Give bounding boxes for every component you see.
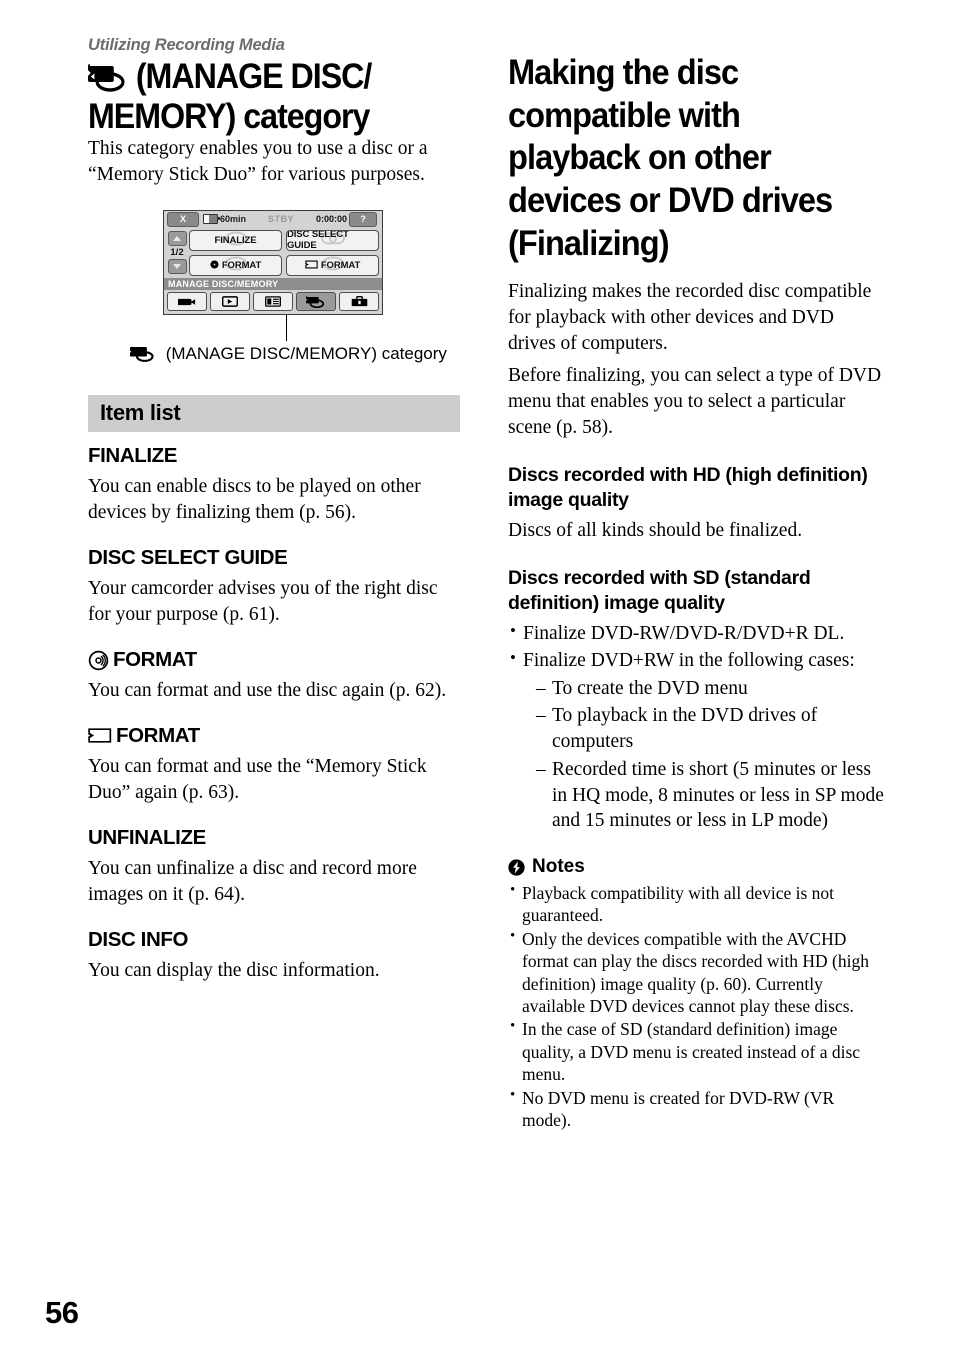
item-heading-disc-format: FORMAT <box>88 648 460 672</box>
scroll-up-button[interactable] <box>167 230 187 246</box>
item-body-disc-info: You can display the disc information. <box>88 959 380 981</box>
list-item: Finalize DVD+RW in the following cases: <box>508 647 886 674</box>
menu-button-finalize[interactable]: FINALIZE <box>189 229 282 251</box>
menu-page-indicator: 1/2 <box>170 246 184 258</box>
subheading-sd: Discs recorded with SD (standard definit… <box>508 567 811 614</box>
disc-memory-icon <box>88 62 128 99</box>
item-body-finalize: You can enable discs to be played on oth… <box>88 476 421 524</box>
tab-playback[interactable] <box>210 292 250 312</box>
item-heading-finalize: FINALIZE <box>88 444 460 468</box>
menu-button-label: FORMAT <box>221 259 262 271</box>
screen-caption: (MANAGE DISC/MEMORY) category <box>88 343 460 367</box>
list-item: To playback in the DVD drives of compute… <box>536 703 886 754</box>
note-flash-icon <box>508 858 525 876</box>
help-button[interactable]: ? <box>349 211 378 227</box>
item-heading-memory-format: FORMAT <box>88 724 460 748</box>
menu-button-disc-format[interactable]: FORMAT <box>189 254 282 276</box>
item-body-disc-format: You can format and use the disc again (p… <box>88 680 447 702</box>
callout-pointer-line <box>285 315 287 342</box>
left-column: Utilizing Recording Media (MANAGE DISC/ … <box>88 36 460 990</box>
list-item: In the case of SD (standard definition) … <box>508 1017 886 1085</box>
item-heading-text: DISC SELECT GUIDE <box>88 546 288 570</box>
memory-stick-icon <box>88 727 112 744</box>
section-intro-2: Before finalizing, you can select a type… <box>508 365 882 439</box>
notes-heading: Notes <box>508 856 886 878</box>
disc-icon <box>210 260 219 271</box>
tab-settings[interactable] <box>339 292 379 312</box>
screen-body: 1/2 FINALIZE DISC SELECT GUIDE FORMAT FO… <box>164 228 382 279</box>
tab-list[interactable] <box>253 292 293 312</box>
menu-grid: FINALIZE DISC SELECT GUIDE FORMAT FORMAT <box>187 229 379 277</box>
sd-bullet-list: Finalize DVD-RW/DVD-R/DVD+R DL. Finalize… <box>508 620 886 674</box>
menu-button-label: FINALIZE <box>214 234 257 246</box>
sd-sub-bullet-list: To create the DVD menu To playback in th… <box>508 676 886 834</box>
list-item: Only the devices compatible with the AVC… <box>508 927 886 1018</box>
running-head: Utilizing Recording Media <box>88 36 285 54</box>
item-body-memory-format: You can format and use the “Memory Stick… <box>88 755 427 803</box>
tab-manage-disc-memory[interactable] <box>296 292 336 312</box>
screen-tabbar <box>164 290 382 315</box>
screen-caption-text: (MANAGE DISC/MEMORY) category <box>165 344 447 364</box>
item-heading-unfinalize: UNFINALIZE <box>88 826 460 850</box>
section-title: Making the disc compatible with playback… <box>508 53 833 263</box>
page-title: (MANAGE DISC/ MEMORY) category <box>88 57 430 137</box>
chevron-down-icon <box>173 264 181 270</box>
page-number: 56 <box>45 1295 79 1330</box>
close-button[interactable]: X <box>167 211 199 227</box>
item-heading-text: FORMAT <box>116 723 200 747</box>
menu-button-label: FORMAT <box>320 259 361 271</box>
subheading-hd: Discs recorded with HD (high definition)… <box>508 463 868 511</box>
section-intro-1: Finalizing makes the recorded disc compa… <box>508 281 872 355</box>
menu-button-label: DISC SELECT GUIDE <box>287 229 349 251</box>
scroll-down-button[interactable] <box>167 259 187 275</box>
right-column: Making the disc compatible with playback… <box>508 52 886 1132</box>
page-title-text: (MANAGE DISC/ MEMORY) category <box>88 57 372 137</box>
list-item: To create the DVD menu <box>536 676 886 702</box>
chevron-up-icon <box>173 235 181 241</box>
item-heading-disc-select-guide: DISC SELECT GUIDE <box>88 546 460 570</box>
menu-button-memory-format[interactable]: FORMAT <box>286 254 379 276</box>
battery-icon <box>203 214 220 225</box>
item-body-disc-select-guide: Your camcorder advises you of the right … <box>88 578 438 626</box>
notes-heading-text: Notes <box>532 856 585 878</box>
intro-paragraph: This category enables you to use a disc … <box>88 137 428 185</box>
item-heading-text: DISC INFO <box>88 927 189 951</box>
tab-camera[interactable] <box>167 292 207 312</box>
item-heading-text: FORMAT <box>113 648 197 672</box>
notes-list: Playback compatibility with all device i… <box>508 881 886 1132</box>
menu-button-disc-select-guide[interactable]: DISC SELECT GUIDE <box>286 229 379 251</box>
item-heading-disc-info: DISC INFO <box>88 928 460 952</box>
item-body-unfinalize: You can unfinalize a disc and record mor… <box>88 857 417 905</box>
camcorder-screen-illustration: X 60min STBY 0:00:00 ? 1/2 FINALIZE DISC… <box>163 209 385 342</box>
scroll-arrows: 1/2 <box>167 230 187 277</box>
disc-icon <box>88 650 109 671</box>
camcorder-screen: X 60min STBY 0:00:00 ? 1/2 FINALIZE DISC… <box>163 209 383 316</box>
item-list-band: Item list <box>88 395 460 433</box>
battery-time: 60min <box>220 213 247 224</box>
hd-body: Discs of all kinds should be finalized. <box>508 520 803 542</box>
list-item: Recorded time is short (5 minutes or les… <box>536 757 886 834</box>
memory-stick-icon <box>305 260 318 271</box>
item-heading-text: FINALIZE <box>88 444 178 468</box>
screen-topbar: X 60min STBY 0:00:00 ? <box>164 211 382 228</box>
disc-memory-icon <box>129 347 161 366</box>
list-item: Finalize DVD-RW/DVD-R/DVD+R DL. <box>508 620 886 647</box>
list-item: No DVD menu is created for DVD-RW (VR mo… <box>508 1086 886 1132</box>
list-item: Playback compatibility with all device i… <box>508 881 886 927</box>
timecode: 0:00:00 <box>316 214 348 225</box>
screen-footer-title: MANAGE DISC/MEMORY <box>164 278 382 291</box>
manual-page: Utilizing Recording Media (MANAGE DISC/ … <box>0 0 954 1357</box>
item-heading-text: UNFINALIZE <box>88 825 206 849</box>
status-label: STBY <box>268 214 295 225</box>
battery-indicator: 60min <box>203 213 247 225</box>
